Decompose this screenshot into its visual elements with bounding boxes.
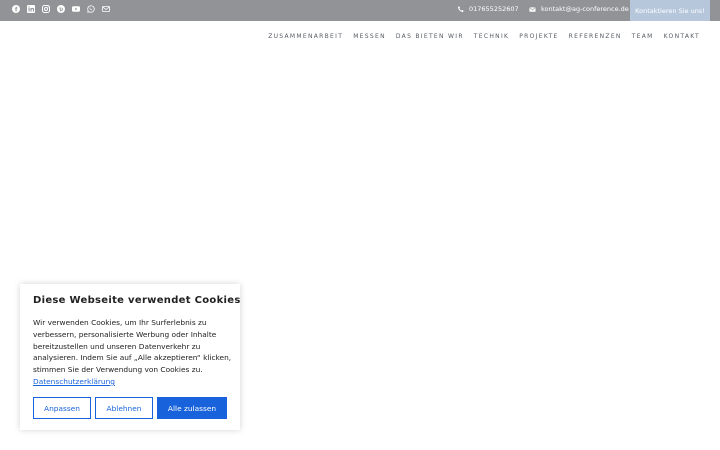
linkedin-icon[interactable] [27, 5, 35, 13]
phone-icon [457, 6, 464, 13]
social-links [12, 5, 111, 13]
mail-icon[interactable] [102, 5, 110, 13]
facebook-icon[interactable] [12, 5, 20, 13]
email-address: kontakt@ag-conference.de [541, 5, 629, 13]
nav-item-messen[interactable]: MESSEN [353, 33, 386, 40]
nav-item-team[interactable]: TEAM [632, 33, 654, 40]
phone-contact[interactable]: 017655252607 [457, 5, 519, 13]
reject-button[interactable]: Ablehnen [95, 397, 153, 419]
envelope-icon [529, 6, 536, 13]
cookie-banner-buttons: Anpassen Ablehnen Alle zulassen [33, 397, 227, 419]
cookie-banner-title: Diese Webseite verwendet Cookies [33, 295, 241, 306]
youtube-icon[interactable] [72, 5, 80, 13]
cookie-banner-text: Wir verwenden Cookies, um Ihr Surferlebn… [33, 317, 233, 388]
main-nav: ZUSAMMENARBEIT MESSEN DAS BIETEN WIR TEC… [268, 33, 700, 40]
whatsapp-icon[interactable] [87, 5, 95, 13]
nav-item-referenzen[interactable]: REFERENZEN [569, 33, 622, 40]
instagram-icon[interactable] [42, 5, 50, 13]
customize-button[interactable]: Anpassen [33, 397, 91, 419]
pinterest-icon[interactable] [57, 5, 65, 13]
email-contact[interactable]: kontakt@ag-conference.de [529, 5, 629, 13]
nav-item-projekte[interactable]: PROJEKTE [519, 33, 558, 40]
accept-all-button[interactable]: Alle zulassen [157, 397, 227, 419]
top-bar: 017655252607 kontakt@ag-conference.de Ko… [0, 0, 720, 21]
nav-item-zusammenarbeit[interactable]: ZUSAMMENARBEIT [268, 33, 343, 40]
nav-item-technik[interactable]: TECHNIK [474, 33, 509, 40]
cookie-consent-banner: Diese Webseite verwendet Cookies Wir ver… [20, 284, 240, 430]
nav-item-das-bieten-wir[interactable]: DAS BIETEN WIR [396, 33, 464, 40]
privacy-policy-link[interactable]: Datenschutzerklärung [33, 377, 115, 386]
contact-us-button[interactable]: Kontaktieren Sie uns! [630, 0, 710, 21]
cookie-banner-description: Wir verwenden Cookies, um Ihr Surferlebn… [33, 318, 232, 375]
phone-number: 017655252607 [469, 5, 519, 13]
nav-item-kontakt[interactable]: KONTAKT [664, 33, 700, 40]
